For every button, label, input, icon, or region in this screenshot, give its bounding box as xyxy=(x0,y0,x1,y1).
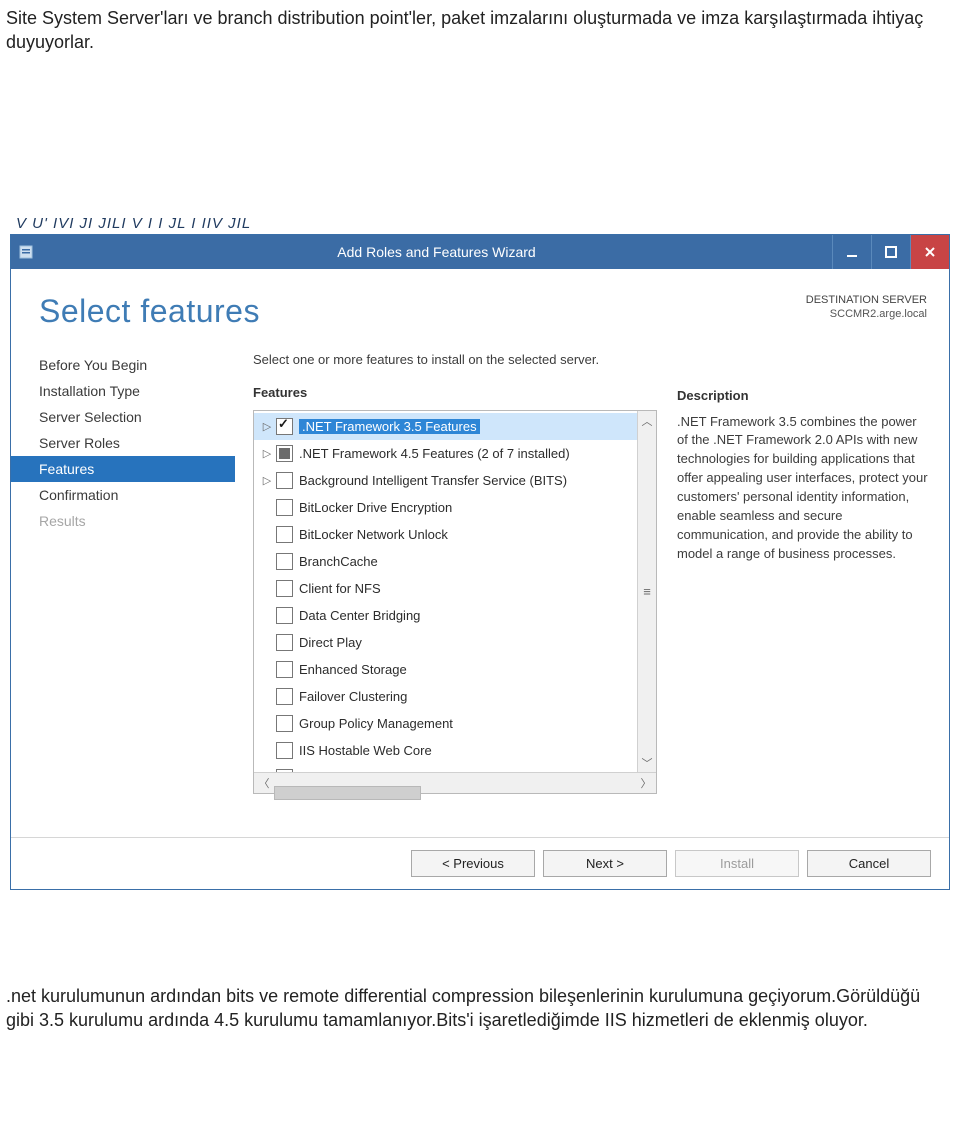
document-paragraph-1: Site System Server'ları ve branch distri… xyxy=(0,0,960,55)
feature-checkbox[interactable] xyxy=(276,580,293,597)
scroll-left-icon[interactable]: 〈 xyxy=(254,775,274,791)
feature-label: Group Policy Management xyxy=(299,716,453,731)
wizard-icon xyxy=(11,243,41,260)
nav-item-features[interactable]: Features xyxy=(11,456,235,482)
nav-item-server-roles[interactable]: Server Roles xyxy=(11,430,235,456)
feature-row[interactable]: Client for NFS xyxy=(254,575,638,602)
feature-checkbox[interactable] xyxy=(276,472,293,489)
feature-row[interactable]: ▷ .NET Framework 3.5 Features xyxy=(254,413,638,440)
expander-icon[interactable]: ▷ xyxy=(260,474,274,487)
vertical-scrollbar[interactable]: ︿ ≡ ﹀ xyxy=(637,411,656,773)
feature-row[interactable]: BranchCache xyxy=(254,548,638,575)
feature-row[interactable]: Group Policy Management xyxy=(254,710,638,737)
expander-icon[interactable]: ▷ xyxy=(260,447,274,460)
feature-checkbox[interactable] xyxy=(276,418,293,435)
window-title: Add Roles and Features Wizard xyxy=(41,244,832,260)
scroll-down-icon[interactable]: ﹀ xyxy=(642,755,653,771)
cancel-button[interactable]: Cancel xyxy=(807,850,931,877)
minimize-button[interactable] xyxy=(832,235,871,269)
feature-row[interactable]: Data Center Bridging xyxy=(254,602,638,629)
description-text: .NET Framework 3.5 combines the power of… xyxy=(677,413,929,564)
feature-label: Background Intelligent Transfer Service … xyxy=(299,473,567,488)
spacer xyxy=(0,55,960,215)
feature-label: IIS Hostable Web Core xyxy=(299,743,432,758)
previous-button[interactable]: < Previous xyxy=(411,850,535,877)
feature-row[interactable]: ▷ Background Intelligent Transfer Service… xyxy=(254,467,638,494)
scroll-right-icon[interactable]: 〉 xyxy=(636,775,656,791)
feature-checkbox[interactable] xyxy=(276,445,293,462)
feature-label: .NET Framework 3.5 Features xyxy=(299,419,480,434)
nav-item-installation-type[interactable]: Installation Type xyxy=(11,378,235,404)
feature-label: BitLocker Drive Encryption xyxy=(299,500,452,515)
feature-label: Client for NFS xyxy=(299,581,381,596)
scroll-up-icon[interactable]: ︿ xyxy=(642,413,653,429)
next-button[interactable]: Next > xyxy=(543,850,667,877)
feature-label: Direct Play xyxy=(299,635,362,650)
titlebar[interactable]: Add Roles and Features Wizard xyxy=(11,235,949,269)
features-column-label: Features xyxy=(253,385,657,400)
nav-item-results: Results xyxy=(11,508,235,534)
page-heading: Select features xyxy=(39,293,260,330)
feature-row[interactable]: ▷ .NET Framework 4.5 Features (2 of 7 ins… xyxy=(254,440,638,467)
destination-server-value: SCCMR2.arge.local xyxy=(806,307,927,322)
instruction-text: Select one or more features to install o… xyxy=(253,352,657,367)
document-paragraph-2: .net kurulumunun ardından bits ve remote… xyxy=(0,894,960,1053)
destination-server-block: DESTINATION SERVER SCCMR2.arge.local xyxy=(806,293,927,323)
feature-checkbox[interactable] xyxy=(276,688,293,705)
garbled-text-top: V U' IVI JI JILI V I I JL I IIV JIL xyxy=(0,215,960,232)
description-column-label: Description xyxy=(677,388,929,403)
feature-row[interactable]: Enhanced Storage xyxy=(254,656,638,683)
feature-checkbox[interactable] xyxy=(276,742,293,759)
feature-checkbox[interactable] xyxy=(276,634,293,651)
maximize-button[interactable] xyxy=(871,235,910,269)
button-bar: < Previous Next > Install Cancel xyxy=(11,837,949,889)
feature-label: BranchCache xyxy=(299,554,378,569)
scroll-grip-icon[interactable]: ≡ xyxy=(643,584,651,599)
window-controls xyxy=(832,235,949,269)
nav-item-server-selection[interactable]: Server Selection xyxy=(11,404,235,430)
feature-label: Failover Clustering xyxy=(299,689,407,704)
feature-checkbox[interactable] xyxy=(276,553,293,570)
feature-checkbox[interactable] xyxy=(276,661,293,678)
wizard-window: Add Roles and Features Wizard Select fea… xyxy=(10,234,950,890)
feature-row[interactable]: Direct Play xyxy=(254,629,638,656)
feature-label: .NET Framework 4.5 Features (2 of 7 inst… xyxy=(299,446,570,461)
feature-label: BitLocker Network Unlock xyxy=(299,527,448,542)
scroll-thumb[interactable] xyxy=(274,786,421,800)
install-button[interactable]: Install xyxy=(675,850,799,877)
feature-row[interactable]: IIS Hostable Web Core xyxy=(254,737,638,764)
feature-checkbox[interactable] xyxy=(276,715,293,732)
destination-server-label: DESTINATION SERVER xyxy=(806,293,927,308)
features-listbox[interactable]: ▷ .NET Framework 3.5 Features ▷ .NET Framew… xyxy=(253,410,657,794)
close-button[interactable] xyxy=(910,235,949,269)
feature-checkbox[interactable] xyxy=(276,607,293,624)
feature-checkbox[interactable] xyxy=(276,526,293,543)
feature-label: Enhanced Storage xyxy=(299,662,407,677)
feature-label: Data Center Bridging xyxy=(299,608,420,623)
nav-item-confirmation[interactable]: Confirmation xyxy=(11,482,235,508)
horizontal-scrollbar[interactable]: 〈 〉 xyxy=(254,772,656,793)
feature-checkbox[interactable] xyxy=(276,499,293,516)
feature-row[interactable]: BitLocker Network Unlock xyxy=(254,521,638,548)
nav-sidebar: Before You BeginInstallation TypeServer … xyxy=(11,338,235,837)
expander-icon[interactable]: ▷ xyxy=(260,420,274,433)
feature-row[interactable]: BitLocker Drive Encryption xyxy=(254,494,638,521)
nav-item-before-you-begin[interactable]: Before You Begin xyxy=(11,352,235,378)
feature-row[interactable]: Failover Clustering xyxy=(254,683,638,710)
